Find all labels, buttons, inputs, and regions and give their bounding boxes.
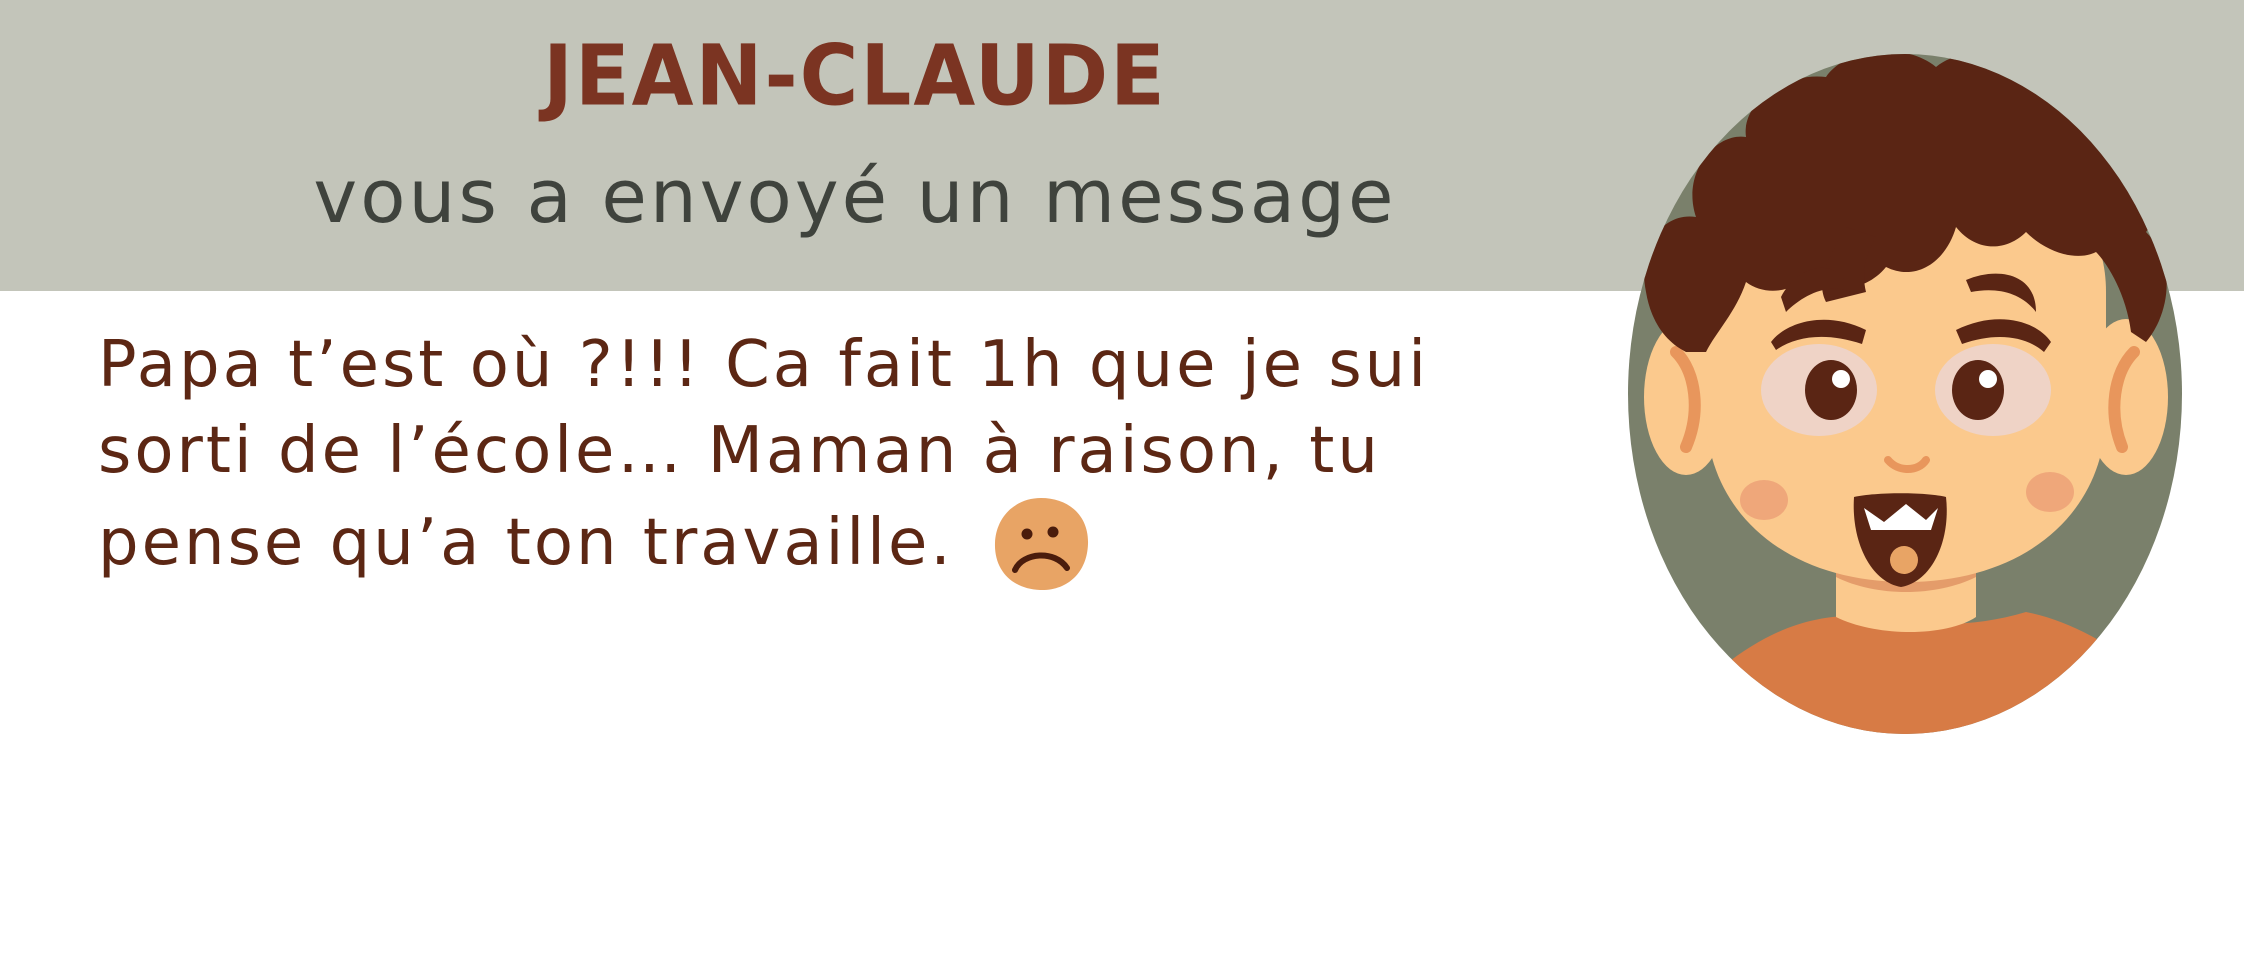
sender-name: JEAN-CLAUDE: [543, 26, 1167, 125]
message-body: Papa t’est où ?!!! Ca fait 1h que je sui…: [98, 322, 1538, 594]
notification-subtitle: vous a envoyé un message: [313, 154, 1397, 240]
message-text: Papa t’est où ?!!! Ca fait 1h que je sui…: [98, 328, 1429, 580]
child-avatar: [1628, 54, 2182, 734]
sad-face-icon: [994, 498, 1089, 591]
